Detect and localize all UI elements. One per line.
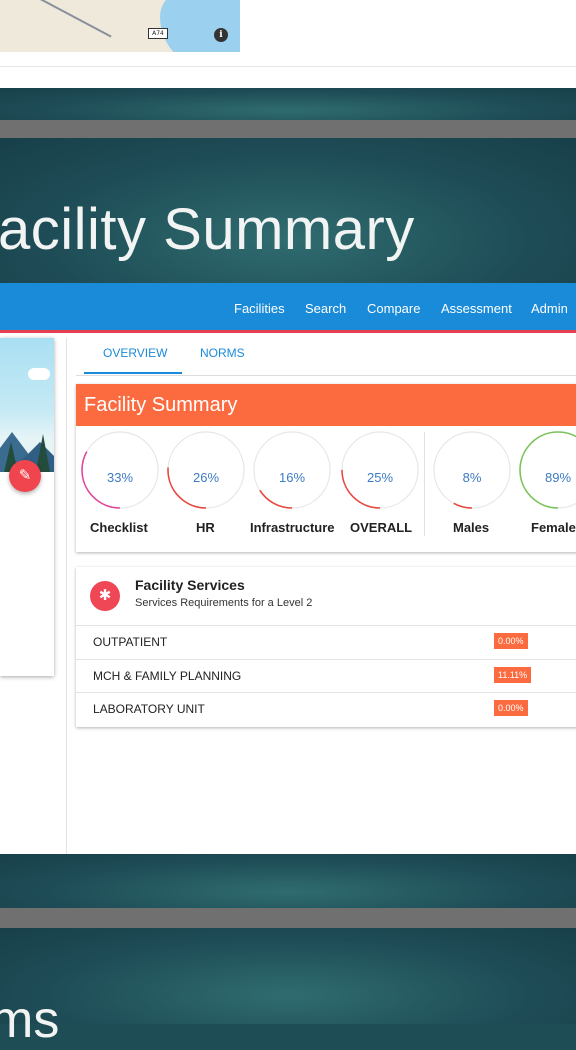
services-subtitle: Services Requirements for a Level 2	[135, 597, 313, 609]
tab-overview[interactable]: OVERVIEW	[103, 346, 167, 360]
pencil-icon: ✎	[18, 467, 32, 484]
page-heading: acility Summary	[0, 197, 415, 262]
gauge-label: Checklist	[90, 520, 148, 535]
gauge-percent: 25%	[366, 470, 394, 485]
cloud-shape	[28, 368, 50, 380]
gauge-label: OVERALL	[350, 520, 413, 535]
nav-search[interactable]: Search	[305, 301, 346, 316]
service-percent-badge: 11.11%	[494, 667, 532, 683]
gauge-label: HR	[196, 520, 215, 535]
facility-services-card: ✱ Facility Services Services Requirement…	[76, 567, 576, 727]
summary-title: Facility Summary	[84, 394, 238, 416]
background-band	[0, 928, 576, 1024]
service-row[interactable]: MCH & FAMILY PLANNING 11.11%	[76, 659, 576, 693]
facility-profile-card: ✎	[0, 338, 54, 676]
gauge-percent: 16%	[278, 470, 306, 485]
gauge-separator	[424, 432, 425, 536]
service-name: OUTPATIENT	[93, 635, 168, 649]
app-screenshot: Facilities Search Compare Assessment Adm…	[0, 283, 576, 854]
background-band	[0, 854, 576, 908]
active-tab-indicator	[84, 372, 182, 374]
facility-summary-card: Facility Summary 33% Checklist 26% HR 16% Inf…	[76, 384, 576, 552]
service-name: LABORATORY UNIT	[93, 702, 205, 716]
map-road	[40, 0, 112, 38]
background-band	[0, 88, 576, 120]
tabs-divider	[76, 375, 576, 376]
top-navbar: Facilities Search Compare Assessment Adm…	[0, 283, 576, 333]
map-water	[160, 0, 240, 52]
gauge-label: Infrastructure	[250, 520, 335, 535]
summary-header: Facility Summary	[76, 384, 576, 426]
gauge-label: Female	[531, 520, 576, 535]
nav-compare[interactable]: Compare	[367, 301, 420, 316]
map-card: A74 i	[0, 0, 576, 70]
gauge-percent: 26%	[192, 470, 220, 485]
service-row[interactable]: LABORATORY UNIT 0.00%	[76, 692, 576, 726]
gauge-percent: 89%	[544, 470, 572, 485]
info-icon[interactable]: i	[214, 28, 228, 42]
service-percent-badge: 0.00%	[494, 700, 528, 716]
service-percent-badge: 0.00%	[494, 633, 528, 649]
nav-assessment[interactable]: Assessment	[441, 301, 512, 316]
tab-norms[interactable]: NORMS	[200, 346, 245, 360]
bug-icon: ✱	[90, 581, 120, 611]
separator-strip	[0, 120, 576, 138]
gauge-percent: 8%	[462, 470, 482, 485]
nav-admin[interactable]: Admin	[531, 301, 568, 316]
nav-facilities[interactable]: Facilities	[234, 301, 285, 316]
facility-cover-image	[0, 338, 54, 472]
services-title: Facility Services	[135, 577, 245, 593]
map-thumbnail[interactable]: A74 i	[0, 0, 240, 52]
separator-strip	[0, 908, 576, 928]
edit-button[interactable]: ✎	[9, 460, 41, 492]
service-row[interactable]: OUTPATIENT 0.00%	[76, 625, 576, 659]
road-shield-label: A74	[148, 28, 168, 39]
content-divider	[66, 338, 67, 854]
white-gap	[0, 70, 576, 88]
divider	[0, 66, 576, 67]
gauge-percent: 33%	[106, 470, 134, 485]
service-name: MCH & FAMILY PLANNING	[93, 669, 242, 683]
next-section-heading: ms	[0, 991, 60, 1049]
gauge-label: Males	[453, 520, 490, 535]
